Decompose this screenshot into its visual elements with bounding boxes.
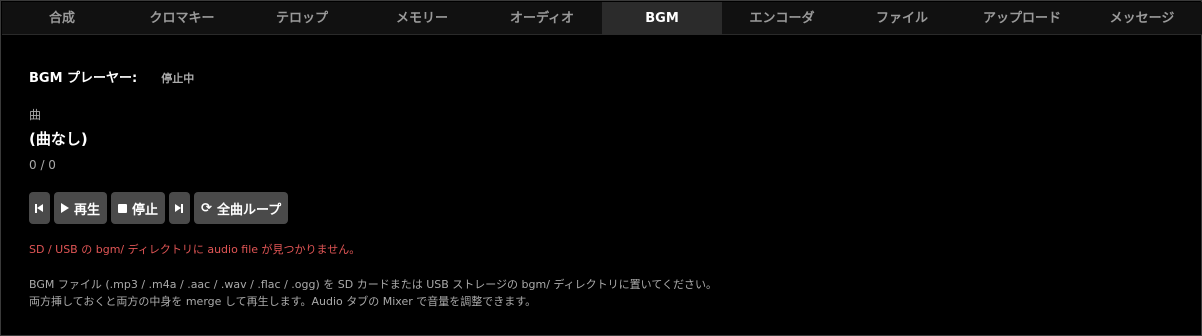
tab-bar: 合成 クロマキー テロップ メモリー オーディオ BGM エンコーダ ファイル … [2,2,1202,35]
tab-upload[interactable]: アップロード [962,2,1082,35]
play-icon [61,203,69,213]
player-controls: 再生 停止 ⟳ 全曲ループ [29,192,289,224]
player-label: BGM プレーヤー: [29,71,138,86]
track-position: 0 / 0 [29,158,56,172]
tab-file[interactable]: ファイル [842,2,962,35]
loop-all-button[interactable]: ⟳ 全曲ループ [194,192,289,224]
skip-next-icon [175,203,184,213]
error-message: SD / USB の bgm/ ディレクトリに audio file が見つかり… [29,243,361,256]
repeat-icon: ⟳ [201,200,212,216]
help-line: BGM ファイル (.mp3 / .m4a / .aac / .wav / .f… [29,278,718,291]
tab-bgm[interactable]: BGM [602,2,722,35]
next-button[interactable] [169,192,191,224]
player-status: 停止中 [161,72,195,85]
loop-label: 全曲ループ [216,202,282,218]
stop-label: 停止 [132,202,159,218]
track-name: (曲なし) [29,130,88,148]
tab-chromakey[interactable]: クロマキー [122,2,242,35]
track-label: 曲 [29,108,42,122]
bgm-panel: 合成 クロマキー テロップ メモリー オーディオ BGM エンコーダ ファイル … [0,0,1202,336]
play-button[interactable]: 再生 [54,192,108,224]
tab-encoder[interactable]: エンコーダ [722,2,842,35]
tab-message[interactable]: メッセージ [1082,2,1202,35]
player-status-row: BGM プレーヤー: 停止中 [29,67,194,86]
stop-icon [118,203,128,213]
tab-audio[interactable]: オーディオ [482,2,602,35]
tab-compose[interactable]: 合成 [2,2,122,35]
tab-memory[interactable]: メモリー [362,2,482,35]
stop-button[interactable]: 停止 [111,192,166,224]
help-text: BGM ファイル (.mp3 / .m4a / .aac / .wav / .f… [29,276,717,310]
tab-telop[interactable]: テロップ [242,2,362,35]
prev-button[interactable] [29,192,50,224]
play-label: 再生 [74,202,101,218]
help-line: 両方挿しておくと両方の中身を merge して再生します。Audio タブの M… [29,295,537,308]
skip-previous-icon [35,203,44,213]
